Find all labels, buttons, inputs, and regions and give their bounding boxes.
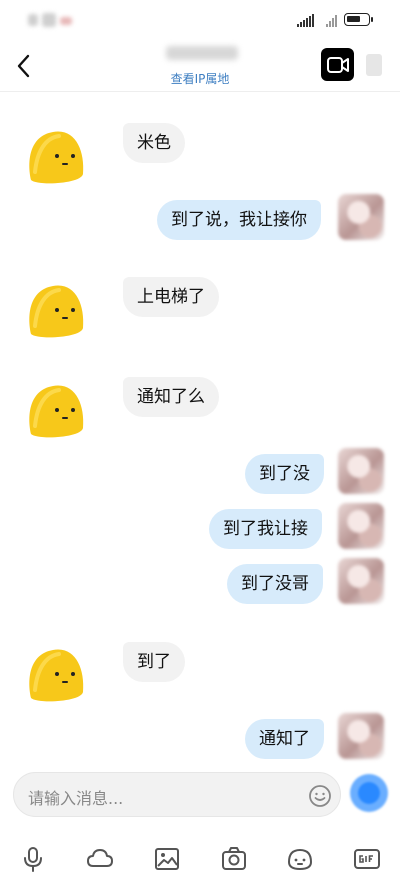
status-notification-blurred: [60, 17, 72, 25]
message-bubble-outgoing[interactable]: 到了我让接: [209, 509, 322, 549]
my-avatar[interactable]: [338, 558, 384, 604]
video-camera-icon: [326, 56, 349, 73]
status-time-blurred-2: [42, 13, 56, 27]
camera-icon[interactable]: [219, 844, 249, 874]
bottom-toolbar: [0, 838, 400, 878]
message-bubble-incoming[interactable]: 上电梯了: [123, 277, 219, 317]
back-arrow-icon[interactable]: [12, 52, 36, 80]
contact-name-blurred[interactable]: [166, 46, 238, 60]
my-avatar[interactable]: [338, 448, 384, 494]
contact-avatar[interactable]: [23, 276, 87, 340]
image-icon[interactable]: [152, 844, 182, 874]
message-list[interactable]: 米色 到了说，我让接你 上电梯了 通知了么 到了没 到了我让接 到了没哥 到了 …: [0, 92, 400, 762]
contact-avatar[interactable]: [23, 640, 87, 704]
message-bubble-incoming[interactable]: 米色: [123, 123, 185, 163]
more-icon: [366, 54, 382, 76]
contact-avatar[interactable]: [23, 122, 87, 186]
message-bubble-outgoing[interactable]: 通知了: [245, 719, 324, 759]
cloud-icon[interactable]: [85, 844, 115, 874]
video-call-button[interactable]: [321, 48, 354, 81]
gif-icon[interactable]: [352, 844, 382, 874]
message-bubble-incoming[interactable]: 到了: [123, 642, 185, 682]
chat-header: 查看IP属地: [0, 40, 400, 92]
status-bar: [0, 0, 400, 40]
my-avatar[interactable]: [338, 503, 384, 549]
my-avatar[interactable]: [338, 713, 384, 759]
message-input[interactable]: 请输入消息...: [13, 772, 341, 817]
message-bubble-outgoing[interactable]: 到了没哥: [227, 564, 323, 604]
cell-signal-2-icon: [326, 13, 337, 27]
message-input-row: 请输入消息...: [0, 770, 400, 820]
emoji-icon[interactable]: [285, 844, 315, 874]
message-bubble-outgoing[interactable]: 到了说，我让接你: [157, 200, 321, 240]
message-bubble-outgoing[interactable]: 到了没: [245, 454, 324, 494]
status-time-blurred: [28, 14, 38, 26]
battery-icon: [344, 13, 373, 26]
view-ip-location-link[interactable]: 查看IP属地: [140, 70, 260, 87]
message-bubble-incoming[interactable]: 通知了么: [123, 377, 219, 417]
emoji-picker-icon[interactable]: [308, 784, 332, 808]
more-options-button[interactable]: [362, 50, 386, 80]
my-avatar[interactable]: [338, 194, 384, 240]
contact-avatar[interactable]: [23, 376, 87, 440]
message-input-placeholder: 请输入消息...: [28, 789, 124, 808]
send-button[interactable]: [350, 774, 388, 812]
microphone-icon[interactable]: [18, 844, 48, 874]
cell-signal-icon: [297, 13, 314, 27]
